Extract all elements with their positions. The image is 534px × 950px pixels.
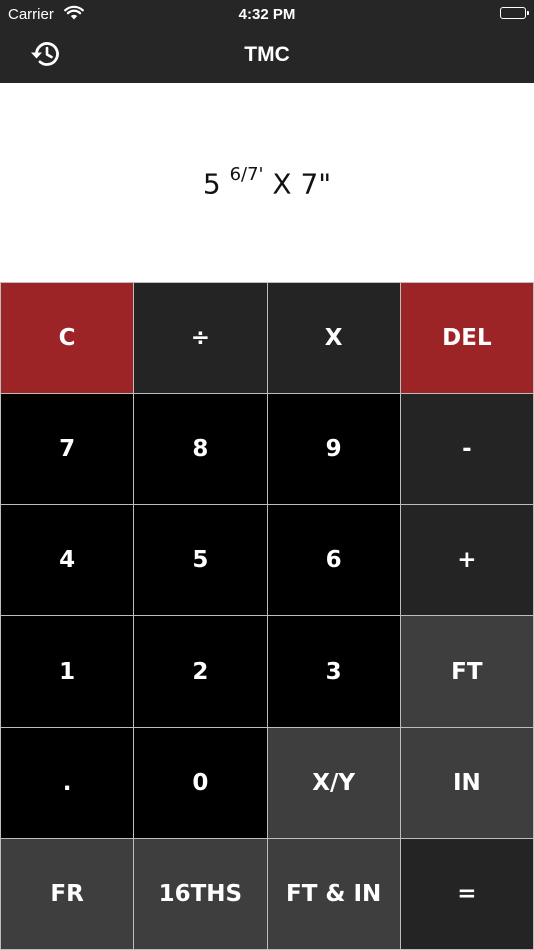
digit-7-button[interactable]: 7: [1, 394, 134, 505]
minus-button[interactable]: -: [400, 394, 533, 505]
digit-6-button[interactable]: 6: [267, 505, 400, 616]
nav-bar: TMC: [0, 30, 534, 83]
battery-icon: [500, 7, 529, 19]
feet-button[interactable]: FT: [400, 616, 533, 727]
multiply-button[interactable]: X: [267, 283, 400, 394]
fr-button[interactable]: FR: [1, 838, 134, 949]
plus-button[interactable]: +: [400, 505, 533, 616]
decimal-button[interactable]: .: [1, 727, 134, 838]
expression-fraction-unit: ': [258, 163, 264, 185]
clear-button[interactable]: C: [1, 283, 134, 394]
keypad: C ÷ X DEL 7 8 9 - 4 5 6 + 1 2 3 FT . 0 X…: [0, 282, 534, 950]
equals-button[interactable]: =: [400, 838, 533, 949]
delete-button[interactable]: DEL: [400, 283, 533, 394]
digit-9-button[interactable]: 9: [267, 394, 400, 505]
display-area: 5 6/7' X 7": [0, 83, 534, 282]
expression-whole: 5: [202, 167, 221, 201]
status-time: 4:32 PM: [238, 6, 296, 23]
app-title: TMC: [244, 43, 290, 66]
feet-and-inches-button[interactable]: FT & IN: [267, 838, 400, 949]
digit-3-button[interactable]: 3: [267, 616, 400, 727]
digit-1-button[interactable]: 1: [1, 616, 134, 727]
digit-4-button[interactable]: 4: [1, 505, 134, 616]
expression-rest: X 7": [272, 167, 332, 201]
sixteenths-button[interactable]: 16THS: [134, 838, 267, 949]
digit-5-button[interactable]: 5: [134, 505, 267, 616]
digit-0-button[interactable]: 0: [134, 727, 267, 838]
expression-fraction: 6/7: [229, 163, 259, 185]
digit-8-button[interactable]: 8: [134, 394, 267, 505]
fraction-button[interactable]: X/Y: [267, 727, 400, 838]
inches-button[interactable]: IN: [400, 727, 533, 838]
divide-button[interactable]: ÷: [134, 283, 267, 394]
status-bar: Carrier 4:32 PM: [0, 0, 534, 30]
expression-display: 5 6/7' X 7": [202, 163, 332, 201]
digit-2-button[interactable]: 2: [134, 616, 267, 727]
